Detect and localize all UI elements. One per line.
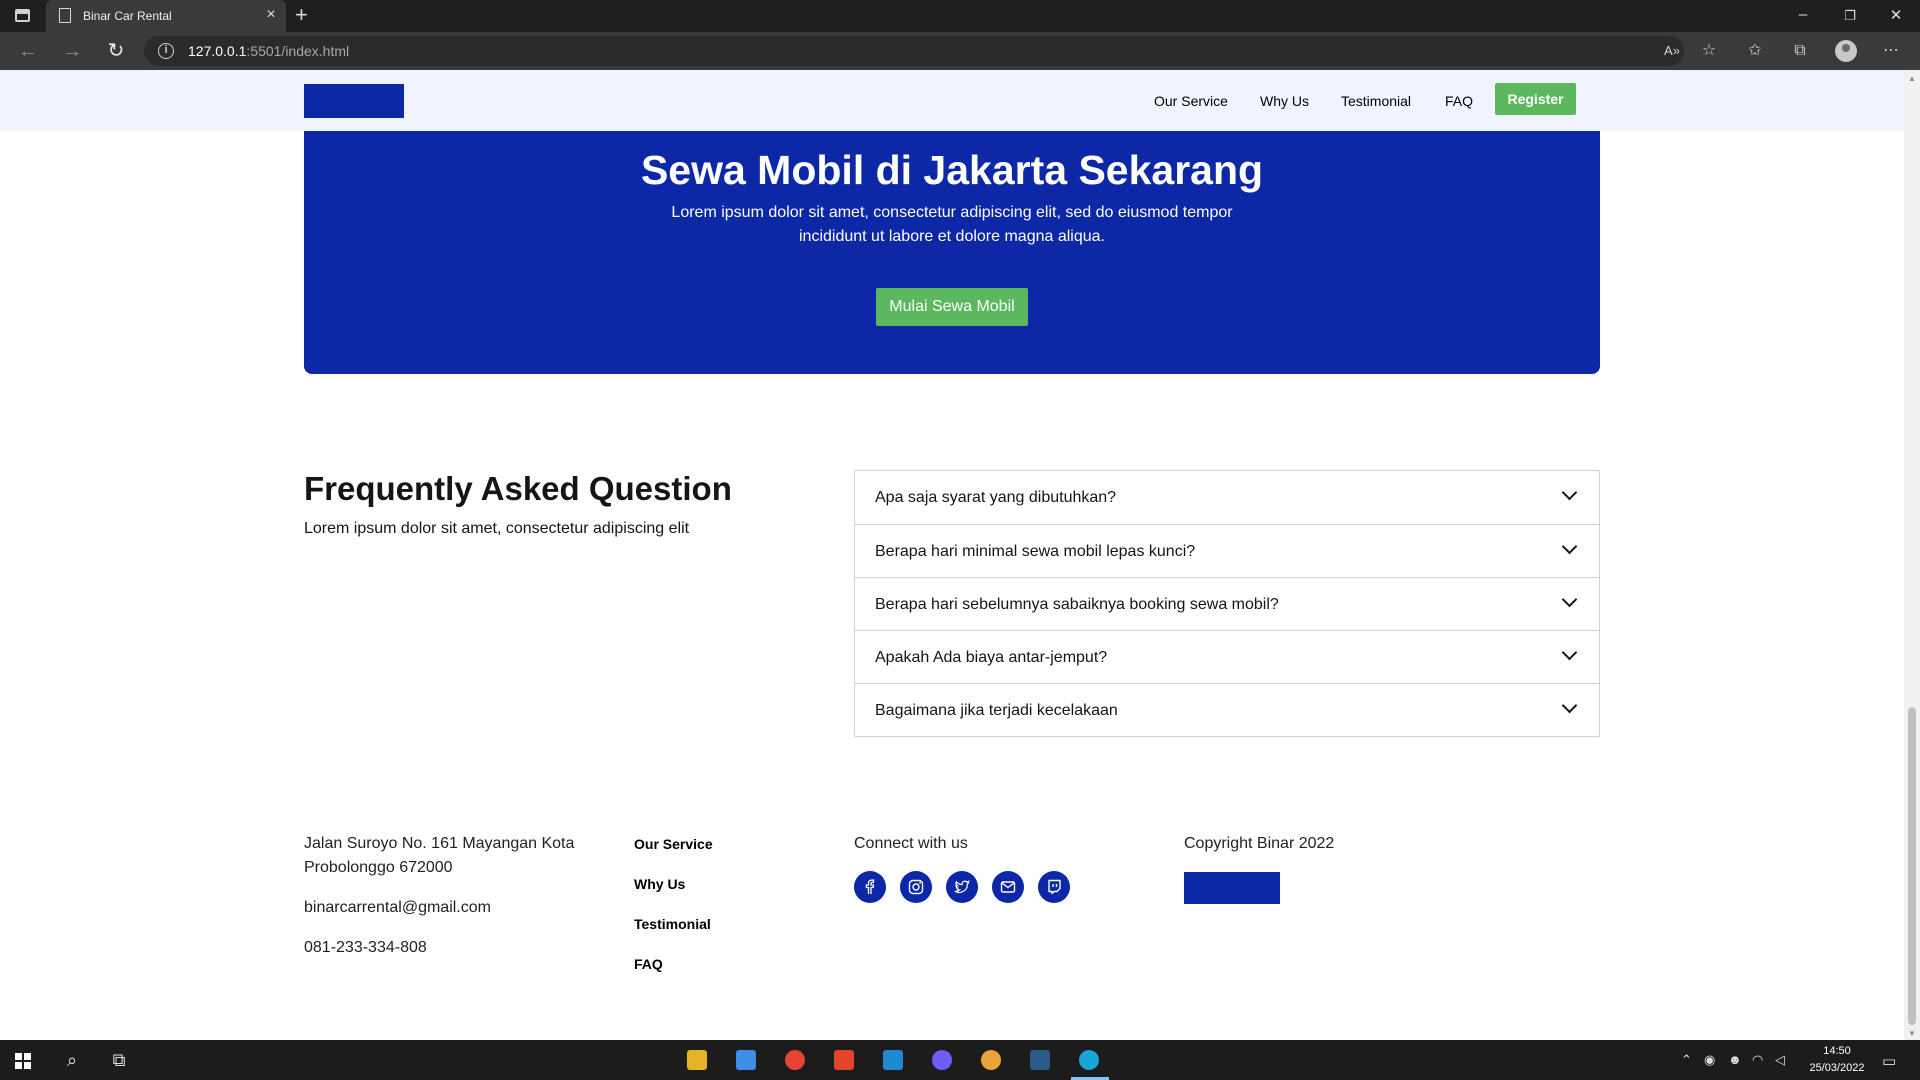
- scroll-down-icon[interactable]: ▼: [1908, 1029, 1916, 1038]
- page-scrollbar[interactable]: ▲ ▼: [1904, 70, 1920, 1040]
- site-navbar: Our Service Why Us Testimonial FAQ Regis…: [0, 70, 1904, 131]
- mail-icon[interactable]: [992, 871, 1024, 903]
- windows-start-icon[interactable]: [15, 1053, 31, 1069]
- faq-question: Berapa hari minimal sewa mobil lepas kun…: [875, 543, 1196, 560]
- address-bar[interactable]: i 127.0.0.1:5501/index.html: [144, 36, 1684, 66]
- browser-tab[interactable]: Binar Car Rental ×: [46, 0, 286, 32]
- footer-phone: 081-233-334-808: [304, 939, 427, 956]
- footer-link-why-us[interactable]: Why Us: [634, 876, 685, 892]
- minimize-button[interactable]: –: [1793, 6, 1813, 23]
- more-menu-icon[interactable]: ⋯: [1880, 40, 1902, 62]
- clock-date: 25/03/2022: [1809, 1062, 1865, 1074]
- edge-icon[interactable]: [1079, 1050, 1099, 1070]
- chevron-down-icon[interactable]: [1561, 697, 1578, 714]
- footer-link-testimonial[interactable]: Testimonial: [634, 916, 711, 932]
- faq-question: Bagaimana jika terjadi kecelakaan: [875, 702, 1118, 719]
- chrome-profile-icon[interactable]: [981, 1050, 1001, 1070]
- faq-question: Apakah Ada biaya antar-jemput?: [875, 649, 1108, 666]
- twitch-icon[interactable]: [1038, 871, 1070, 903]
- faq-item[interactable]: Apakah Ada biaya antar-jemput?: [855, 630, 1599, 683]
- notification-icon[interactable]: ▭: [1882, 1052, 1896, 1070]
- favorites-icon[interactable]: ✩: [1744, 40, 1766, 62]
- footer-address-line2: Probolonggo 672000: [304, 859, 453, 876]
- footer-address-line1: Jalan Suroyo No. 161 Mayangan Kota: [304, 835, 575, 852]
- nav-link-faq[interactable]: FAQ: [1445, 93, 1473, 109]
- site-info-icon[interactable]: i: [158, 43, 174, 59]
- cta-title: Sewa Mobil di Jakarta Sekarang: [640, 147, 1264, 193]
- read-aloud-icon[interactable]: A»: [1661, 40, 1683, 62]
- start-rent-button[interactable]: Mulai Sewa Mobil: [876, 288, 1028, 326]
- reload-icon[interactable]: ↻: [104, 39, 128, 63]
- chevron-down-icon[interactable]: [1561, 538, 1578, 555]
- faq-question: Apa saja syarat yang dibutuhkan?: [875, 489, 1117, 506]
- page-viewport: Our Service Why Us Testimonial FAQ Regis…: [0, 70, 1904, 1040]
- faq-item[interactable]: Bagaimana jika terjadi kecelakaan: [855, 683, 1599, 736]
- collections-icon[interactable]: ⧉: [1789, 40, 1811, 62]
- taskbar-clock[interactable]: 14:50 25/03/2022: [1800, 1043, 1874, 1077]
- file-explorer-icon[interactable]: [687, 1050, 707, 1070]
- tab-actions-icon[interactable]: [15, 9, 30, 22]
- twitter-icon[interactable]: [946, 871, 978, 903]
- chevron-down-icon[interactable]: [1561, 644, 1578, 661]
- chevron-down-icon[interactable]: [1561, 591, 1578, 608]
- faq-title: Frequently Asked Question: [304, 470, 732, 507]
- discord-tray-icon[interactable]: ☻: [1728, 1052, 1742, 1067]
- url-text: 127.0.0.1:5501/index.html: [188, 43, 350, 59]
- new-tab-button[interactable]: +: [295, 3, 308, 27]
- footer-link-faq[interactable]: FAQ: [634, 956, 663, 972]
- footer-logo[interactable]: [1184, 872, 1280, 904]
- search-icon[interactable]: ⌕: [60, 1048, 84, 1072]
- copyright-text: Copyright Binar 2022: [1184, 835, 1335, 852]
- instagram-icon[interactable]: [900, 871, 932, 903]
- close-window-button[interactable]: ✕: [1886, 6, 1906, 24]
- nav-link-why-us[interactable]: Why Us: [1260, 93, 1309, 109]
- chrome-icon[interactable]: [785, 1050, 805, 1070]
- faq-subtitle: Lorem ipsum dolor sit amet, consectetur …: [304, 520, 690, 537]
- steam-icon[interactable]: [1030, 1050, 1050, 1070]
- connect-heading: Connect with us: [854, 835, 968, 852]
- nav-link-our-service[interactable]: Our Service: [1154, 93, 1228, 109]
- clock-time: 14:50: [1823, 1045, 1851, 1057]
- tab-title: Binar Car Rental: [83, 9, 172, 23]
- cta-description: Lorem ipsum dolor sit amet, consectetur …: [671, 204, 1233, 245]
- browser-tab-bar: Binar Car Rental × + – ❐ ✕: [0, 0, 1920, 32]
- favorite-add-icon[interactable]: ☆: [1698, 40, 1720, 62]
- forward-arrow-icon[interactable]: →: [60, 39, 84, 63]
- faq-accordion: Apa saja syarat yang dibutuhkan? Berapa …: [854, 470, 1600, 737]
- page-icon: [59, 8, 71, 23]
- discord-icon[interactable]: [932, 1050, 952, 1070]
- facebook-icon[interactable]: [854, 871, 886, 903]
- faq-item[interactable]: Apa saja syarat yang dibutuhkan?: [855, 471, 1599, 524]
- chevron-down-icon[interactable]: [1561, 484, 1578, 501]
- back-arrow-icon[interactable]: ←: [16, 39, 40, 63]
- tray-chevron-up-icon[interactable]: ⌃: [1681, 1052, 1692, 1068]
- profile-avatar-icon[interactable]: [1835, 40, 1857, 62]
- tab-close-icon[interactable]: ×: [262, 6, 280, 24]
- scroll-thumb[interactable]: [1908, 707, 1916, 1025]
- footer-email: binarcarrental@gmail.com: [304, 899, 491, 916]
- register-button[interactable]: Register: [1495, 83, 1576, 115]
- office-icon[interactable]: [834, 1050, 854, 1070]
- steam-tray-icon[interactable]: ◉: [1704, 1052, 1715, 1068]
- browser-toolbar: ← → ↻ i 127.0.0.1:5501/index.html A» ☆ ✩…: [0, 32, 1920, 70]
- windows-taskbar: ⌕ ⧉ ⌃ ◉ ☻ ◠ ◁ ▭: [0, 1040, 1920, 1080]
- faq-question: Berapa hari sebelumnya sabaiknya booking…: [875, 596, 1279, 613]
- wifi-icon[interactable]: ◠: [1752, 1052, 1763, 1068]
- nav-link-testimonial[interactable]: Testimonial: [1341, 93, 1411, 109]
- scroll-up-icon[interactable]: ▲: [1908, 74, 1916, 83]
- task-view-icon[interactable]: ⧉: [107, 1048, 131, 1072]
- faq-item[interactable]: Berapa hari minimal sewa mobil lepas kun…: [855, 524, 1599, 577]
- cta-banner: Sewa Mobil di Jakarta Sekarang Lorem ips…: [304, 131, 1600, 374]
- faq-item[interactable]: Berapa hari sebelumnya sabaiknya booking…: [855, 577, 1599, 630]
- restore-button[interactable]: ❐: [1840, 8, 1860, 24]
- volume-icon[interactable]: ◁: [1775, 1052, 1785, 1068]
- vscode-icon[interactable]: [883, 1050, 903, 1070]
- footer-link-our-service[interactable]: Our Service: [634, 836, 713, 852]
- store-icon[interactable]: [736, 1050, 756, 1070]
- site-logo[interactable]: [304, 84, 404, 118]
